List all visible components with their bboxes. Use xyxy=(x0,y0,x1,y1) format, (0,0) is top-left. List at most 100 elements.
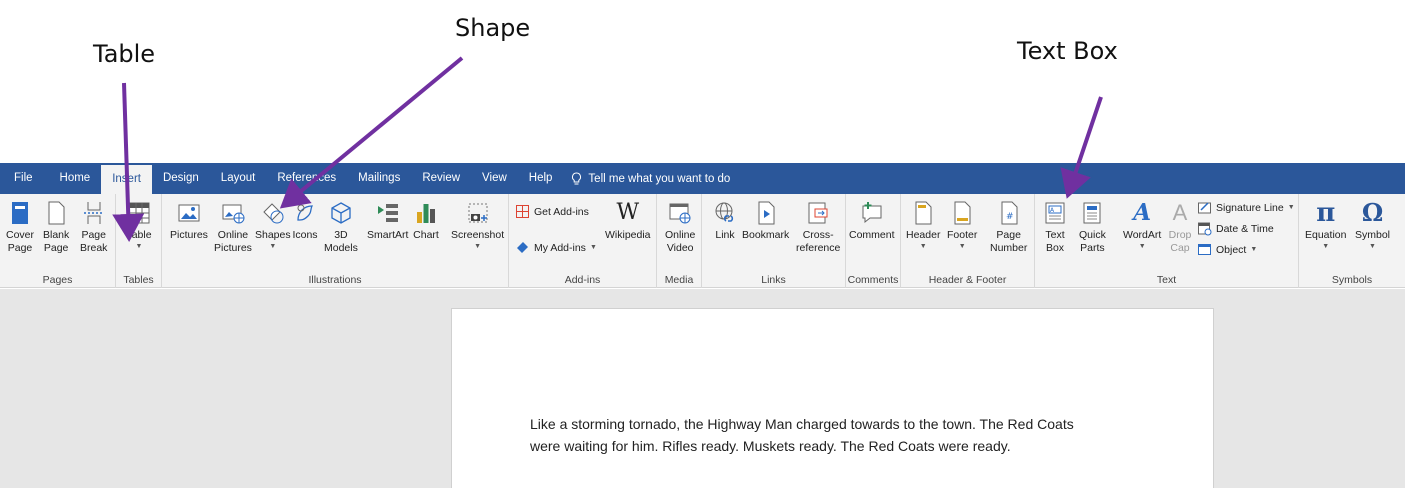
text-box-icon: A xyxy=(1042,200,1068,226)
3d-models-button[interactable]: 3D Models xyxy=(324,200,358,255)
group-symbols: π Equation ▼ Ω Symbol ▼ Symbols xyxy=(1299,194,1405,288)
tab-help[interactable]: Help xyxy=(518,163,564,194)
tab-insert[interactable]: Insert xyxy=(101,163,152,194)
chevron-down-icon: ▼ xyxy=(958,243,966,250)
chevron-down-icon: ▼ xyxy=(1322,243,1330,250)
bookmark-icon xyxy=(753,200,779,226)
group-label-media: Media xyxy=(664,274,694,286)
group-header-footer: Header ▼ Footer ▼ # Page Number Header &… xyxy=(901,194,1035,288)
group-label-comments: Comments xyxy=(847,274,899,286)
header-button[interactable]: Header ▼ xyxy=(906,200,940,252)
chevron-down-icon: ▼ xyxy=(589,243,597,251)
pictures-button[interactable]: Pictures xyxy=(170,200,208,242)
icons-button[interactable]: Icons xyxy=(292,200,318,242)
tell-me-text: Tell me what you want to do xyxy=(588,172,731,185)
tab-layout[interactable]: Layout xyxy=(210,163,267,194)
tab-mailings[interactable]: Mailings xyxy=(347,163,411,194)
smartart-button[interactable]: SmartArt xyxy=(367,200,408,242)
page-break-button[interactable]: Page Break xyxy=(80,200,107,255)
symbol-button[interactable]: Ω Symbol ▼ xyxy=(1355,200,1390,252)
annotation-shape-label: Shape xyxy=(455,14,531,42)
online-video-button[interactable]: Online Video xyxy=(665,200,695,255)
group-label-illustrations: Illustrations xyxy=(308,274,362,286)
tab-view[interactable]: View xyxy=(471,163,518,194)
my-addins-button[interactable]: My Add-ins ▼ xyxy=(515,240,597,255)
wordart-button[interactable]: A WordArt ▼ xyxy=(1123,200,1161,252)
group-pages: Cover Page Blank Page Page Break Pages xyxy=(0,194,116,288)
insert-ribbon: Cover Page Blank Page Page Break Pages T… xyxy=(0,194,1405,288)
cover-page-button[interactable]: Cover Page xyxy=(6,200,34,255)
header-icon xyxy=(910,200,936,226)
tab-design[interactable]: Design xyxy=(152,163,210,194)
group-media: Online Video Media xyxy=(657,194,702,288)
signature-line-button[interactable]: Signature Line ▼ xyxy=(1197,200,1295,215)
group-label-symbols: Symbols xyxy=(1331,274,1373,286)
chevron-down-icon: ▼ xyxy=(1250,245,1258,253)
chevron-down-icon: ▼ xyxy=(1369,243,1376,250)
group-comments: Comment Comments xyxy=(846,194,901,288)
chart-button[interactable]: Chart xyxy=(413,200,439,242)
group-links: Link Bookmark Cross- reference Links xyxy=(702,194,846,288)
addins-icon xyxy=(517,242,528,253)
online-pictures-icon xyxy=(220,200,246,226)
bookmark-button[interactable]: Bookmark xyxy=(742,200,789,242)
page-number-button[interactable]: # Page Number xyxy=(990,200,1027,255)
chevron-down-icon: ▼ xyxy=(919,243,927,250)
shapes-icon xyxy=(260,200,286,226)
tab-home[interactable]: Home xyxy=(49,163,102,194)
footer-icon xyxy=(949,200,975,226)
tab-file[interactable]: File xyxy=(0,163,49,194)
tab-review[interactable]: Review xyxy=(411,163,471,194)
lightbulb-icon xyxy=(572,171,582,184)
object-icon xyxy=(1198,244,1211,255)
cover-page-icon xyxy=(7,200,33,226)
document-page[interactable]: Like a storming tornado, the Highway Man… xyxy=(451,308,1214,488)
shapes-button[interactable]: Shapes ▼ xyxy=(255,200,291,252)
quick-parts-button[interactable]: Quick Parts xyxy=(1079,200,1106,255)
calendar-icon xyxy=(1198,222,1212,236)
bar-chart-icon xyxy=(413,200,439,226)
screenshot-button[interactable]: Screenshot ▼ xyxy=(451,200,504,252)
footer-button[interactable]: Footer ▼ xyxy=(947,200,977,252)
date-time-button[interactable]: Date & Time xyxy=(1197,221,1274,236)
ribbon-tab-bar: File Home Insert Design Layout Reference… xyxy=(0,163,1405,194)
get-addins-button[interactable]: Get Add-ins xyxy=(515,204,589,219)
cross-reference-icon xyxy=(805,200,831,226)
page-number-icon: # xyxy=(996,200,1022,226)
link-button[interactable]: Link xyxy=(712,200,738,242)
annotation-textbox-label: Text Box xyxy=(1017,37,1118,65)
table-button[interactable]: Table ▼ xyxy=(126,200,152,252)
document-line: Like a storming tornado, the Highway Man… xyxy=(530,416,1074,432)
group-addins: Get Add-ins My Add-ins ▼ W Wikipedia Add… xyxy=(509,194,657,288)
tell-me-search[interactable]: Tell me what you want to do xyxy=(563,171,731,186)
signature-icon xyxy=(1198,202,1211,214)
online-pictures-button[interactable]: Online Pictures xyxy=(214,200,252,255)
group-tables: Table ▼ Tables xyxy=(116,194,162,288)
chevron-down-icon: ▼ xyxy=(1287,203,1295,211)
wikipedia-button[interactable]: W Wikipedia xyxy=(605,200,651,242)
wordart-icon: A xyxy=(1133,199,1152,226)
cube-icon xyxy=(328,200,354,226)
chevron-down-icon: ▼ xyxy=(1138,243,1146,250)
comment-button[interactable]: Comment xyxy=(849,200,895,242)
tab-references[interactable]: References xyxy=(266,163,347,194)
online-video-icon xyxy=(667,200,693,226)
screenshot-icon xyxy=(465,200,491,226)
object-button[interactable]: Object ▼ xyxy=(1197,242,1257,257)
annotation-table-label: Table xyxy=(93,40,156,68)
group-label-links: Links xyxy=(761,274,786,286)
page-break-icon xyxy=(81,200,107,226)
equation-button[interactable]: π Equation ▼ xyxy=(1305,200,1346,252)
drop-cap-button[interactable]: A Drop Cap xyxy=(1167,200,1193,255)
cross-reference-button[interactable]: Cross- reference xyxy=(796,200,840,255)
smartart-icon xyxy=(375,200,401,226)
document-body[interactable]: Like a storming tornado, the Highway Man… xyxy=(530,413,1110,457)
group-label-text: Text xyxy=(1156,274,1177,286)
text-box-button[interactable]: A Text Box xyxy=(1042,200,1068,255)
pictures-icon xyxy=(176,200,202,226)
drop-cap-icon: A xyxy=(1172,200,1188,225)
quick-parts-icon xyxy=(1079,200,1105,226)
blank-page-button[interactable]: Blank Page xyxy=(43,200,69,255)
group-label-tables: Tables xyxy=(123,274,154,286)
pi-icon: π xyxy=(1316,198,1336,228)
